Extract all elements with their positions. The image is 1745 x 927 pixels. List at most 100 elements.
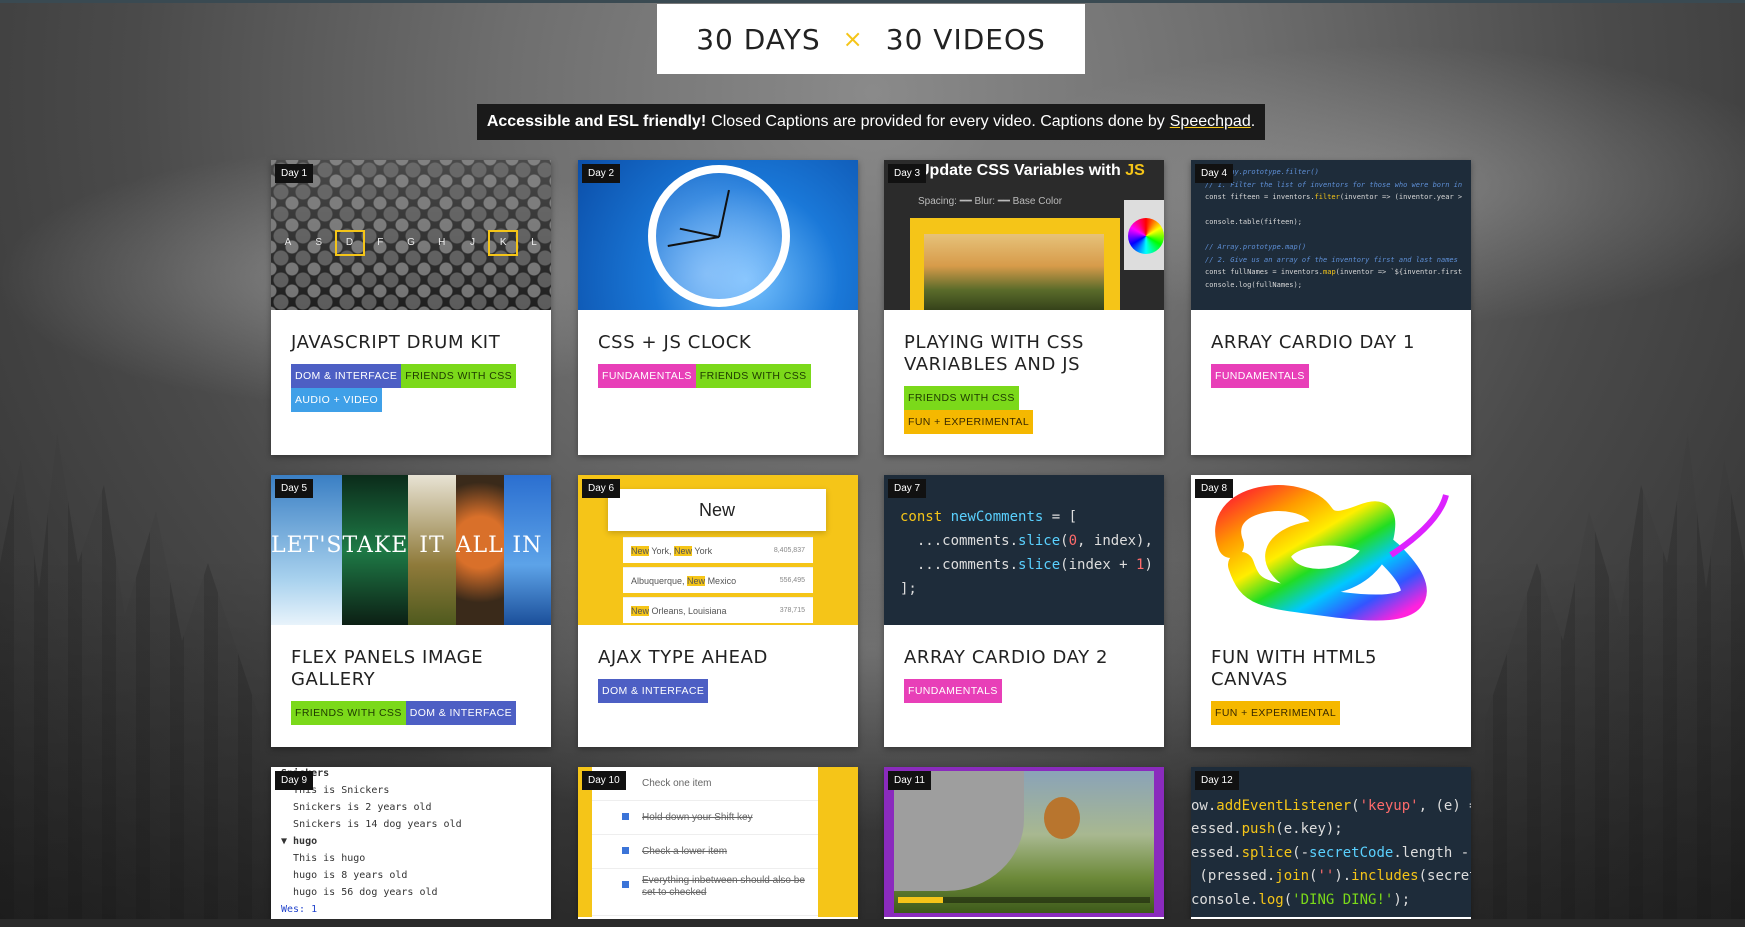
card-title[interactable]: Array Cardio Day 2: [904, 647, 1144, 669]
card-title[interactable]: Ajax Type Ahead: [598, 647, 838, 669]
day-badge: Day 11: [888, 771, 931, 790]
thumbnail-drum-kit: A S D F G H J K L Day 1: [271, 160, 551, 310]
checkbox-item: Check a lower item: [592, 835, 818, 869]
thumb-controls: Spacing: ━━ Blur: ━━ Base Color: [918, 196, 1063, 207]
drum-key: A: [284, 237, 292, 248]
tag-list: Fun + Experimental: [1211, 701, 1451, 725]
tag-audio-video[interactable]: Audio + Video: [291, 388, 383, 412]
thumbnail-array-cardio-1: // Array.prototype.filter() // 1. Filter…: [1191, 160, 1471, 310]
day-badge: Day 8: [1195, 479, 1234, 498]
drum-key: H: [438, 237, 446, 248]
tag-fun-experimental[interactable]: Fun + Experimental: [1211, 701, 1341, 725]
banner-text: Closed Captions are provided for every v…: [711, 113, 1165, 130]
thumb-title: Update CSS Variables with JS: [918, 162, 1145, 179]
video-card-day-10[interactable]: Check one item Hold down your Shift key …: [578, 767, 858, 927]
speechpad-link[interactable]: Speechpad: [1170, 113, 1251, 131]
tag-dom-interface[interactable]: DOM & Interface: [291, 364, 402, 388]
search-box: New: [608, 489, 826, 531]
video-card-day-6[interactable]: New New York, New York 8,405,837 Albuquer…: [578, 475, 858, 747]
code-snippet: const newComments = [ ...comments.slice(…: [900, 509, 1153, 597]
squirrel-image: [1044, 797, 1080, 839]
checkbox-icon: [622, 813, 629, 820]
thumbnail-key-sequence: ow.addEventListener('keyup', (e) => esse…: [1191, 767, 1471, 917]
tag-dom-interface[interactable]: DOM & Interface: [405, 701, 516, 725]
card-title[interactable]: JavaScript Drum Kit: [291, 332, 531, 354]
day-badge: Day 7: [888, 479, 927, 498]
day-badge: Day 3: [888, 164, 927, 183]
thumbnail-console: Snickers This is Snickers Snickers is 2 …: [271, 767, 551, 917]
video-card-day-7[interactable]: const newComments = [ ...comments.slice(…: [884, 475, 1164, 747]
clock-hand: [667, 236, 720, 248]
tag-friends-with-css[interactable]: Friends with CSS: [291, 701, 406, 725]
card-title[interactable]: Fun with HTML5 Canvas: [1211, 647, 1451, 691]
thumbnail-canvas: Day 8: [1191, 475, 1471, 625]
card-title[interactable]: Playing with CSS Variables and JS: [904, 332, 1144, 376]
thumbnail-array-cardio-2: const newComments = [ ...comments.slice(…: [884, 475, 1164, 625]
flex-panel: IT: [408, 475, 456, 625]
tag-list: DOM & Interface Friends with CSS Audio + …: [291, 364, 531, 412]
banner-bold: Accessible and ESL friendly!: [486, 113, 707, 130]
tag-fundamentals[interactable]: Fundamentals: [598, 364, 696, 388]
color-wheel-icon: [1128, 218, 1164, 254]
video-progress-bar: [898, 897, 1150, 903]
site-logo[interactable]: 30 DAYS × 30 VIDEOS: [657, 4, 1085, 74]
tag-friends-with-css[interactable]: Friends with CSS: [695, 364, 811, 388]
video-card-day-8[interactable]: Day 8 Fun with HTML5 Canvas Fun + Experi…: [1191, 475, 1471, 747]
day-badge: Day 5: [275, 479, 314, 498]
checkbox-list: Check one item Hold down your Shift key …: [592, 767, 818, 917]
code-snippet: // Array.prototype.filter() // 1. Filter…: [1205, 168, 1463, 289]
checkbox-icon: [622, 847, 629, 854]
drum-key: J: [470, 237, 475, 248]
checkbox-item: Check one item: [592, 767, 818, 801]
video-card-day-3[interactable]: Update CSS Variables with JS Spacing: ━━…: [884, 160, 1164, 455]
video-card-day-5[interactable]: LET'S TAKE IT ALL IN Day 5 Flex Panels I…: [271, 475, 551, 747]
flex-panel: IN: [503, 475, 551, 625]
card-title[interactable]: Flex Panels Image Gallery: [291, 647, 531, 691]
tag-dom-interface[interactable]: DOM & Interface: [598, 679, 709, 703]
flex-panel: TAKE: [342, 475, 409, 625]
thumbnail-clock: Day 2: [578, 160, 858, 310]
logo-separator: ×: [842, 25, 864, 53]
suggestion-row: Albuquerque, New Mexico 556,495: [623, 567, 813, 593]
video-card-day-9[interactable]: Snickers This is Snickers Snickers is 2 …: [271, 767, 551, 927]
checkbox-icon: [622, 881, 629, 888]
tag-fundamentals[interactable]: Fundamentals: [904, 679, 1002, 703]
video-card-day-2[interactable]: Day 2 CSS + JS Clock Fundamentals Friends…: [578, 160, 858, 455]
code-snippet: ow.addEventListener('keyup', (e) => esse…: [1191, 797, 1471, 908]
drum-key: G: [407, 237, 415, 248]
thumbnail-type-ahead: New New York, New York 8,405,837 Albuquer…: [578, 475, 858, 625]
video-card-day-11[interactable]: Day 11: [884, 767, 1164, 927]
drum-key: L: [531, 237, 537, 248]
tag-list: Fundamentals: [1211, 364, 1451, 388]
tag-list: Friends with CSS Fun + Experimental: [904, 386, 1144, 434]
suggestion-row: New Orleans, Louisiana 378,715: [623, 597, 813, 623]
drum-key: F: [377, 237, 384, 248]
bottom-bar: [0, 919, 1745, 927]
tag-list: Fundamentals Friends with CSS: [598, 364, 838, 388]
day-badge: Day 6: [582, 479, 621, 498]
logo-left: 30 DAYS: [696, 22, 821, 56]
thumbnail-css-variables: Update CSS Variables with JS Spacing: ━━…: [884, 160, 1164, 310]
tag-friends-with-css[interactable]: Friends with CSS: [904, 386, 1019, 410]
captions-banner: Accessible and ESL friendly! Closed Capt…: [477, 104, 1265, 140]
tag-fun-experimental[interactable]: Fun + Experimental: [904, 410, 1034, 434]
day-badge: Day 4: [1195, 164, 1234, 183]
card-title[interactable]: Array Cardio Day 1: [1211, 332, 1451, 354]
clock-hand: [679, 227, 720, 238]
tag-list: Fundamentals: [904, 679, 1144, 703]
tag-fundamentals[interactable]: Fundamentals: [1211, 364, 1309, 388]
day-badge: Day 2: [582, 164, 621, 183]
video-card-day-12[interactable]: ow.addEventListener('keyup', (e) => esse…: [1191, 767, 1471, 927]
clock-hand: [718, 189, 730, 238]
video-card-day-1[interactable]: A S D F G H J K L Day 1 JavaScript Drum …: [271, 160, 551, 455]
flex-panel: ALL: [455, 475, 504, 625]
day-badge: Day 12: [1195, 771, 1239, 790]
card-title[interactable]: CSS + JS Clock: [598, 332, 838, 354]
thumbnail-video-player: Day 11: [884, 767, 1164, 917]
checkbox-item: Hold down your Shift key: [592, 801, 818, 835]
video-card-day-4[interactable]: // Array.prototype.filter() // 1. Filter…: [1191, 160, 1471, 455]
drum-key: D: [334, 230, 365, 256]
tag-friends-with-css[interactable]: Friends with CSS: [401, 364, 516, 388]
drum-keys: A S D F G H J K L: [273, 230, 549, 256]
day-badge: Day 9: [275, 771, 314, 790]
